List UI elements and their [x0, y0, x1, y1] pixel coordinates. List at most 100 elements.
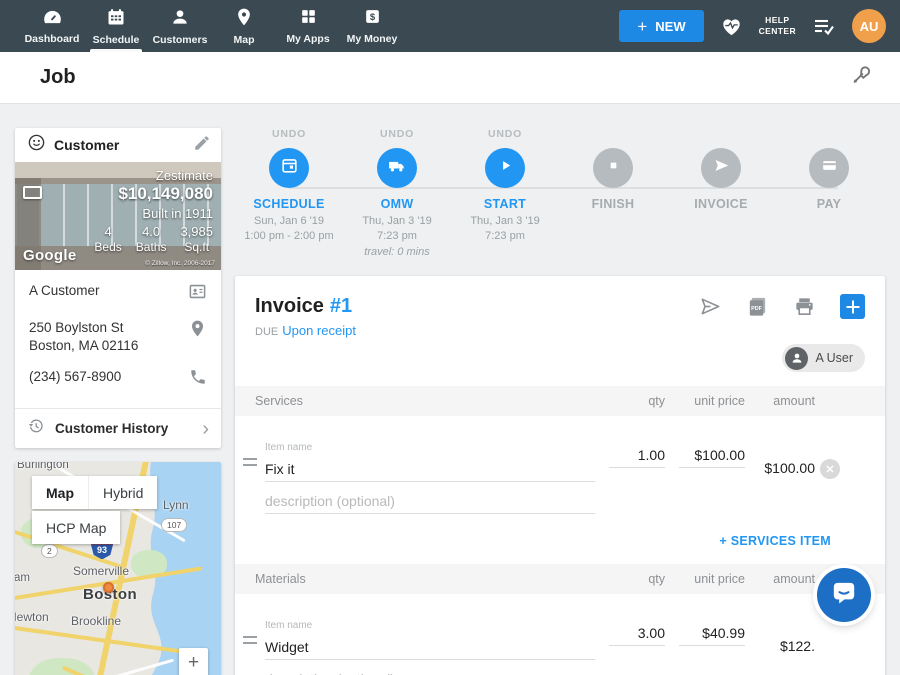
page-header: Job — [0, 52, 900, 104]
beds-label: Beds — [94, 240, 121, 254]
step-label: PAY — [817, 197, 842, 211]
assigned-user-row: A User — [235, 338, 885, 386]
item-unit-price-input[interactable] — [679, 442, 745, 468]
service-item-row: Item name $100.00 ✕ — [235, 416, 885, 482]
item-description-input[interactable] — [265, 488, 595, 514]
property-stats: 4Beds 4.0Baths 3,985Sq.ft — [94, 224, 213, 254]
map-label-brookline: Brookline — [71, 614, 121, 628]
material-item-row: Item name $122. — [235, 594, 885, 660]
omw-step-button[interactable] — [377, 148, 417, 188]
map-label-newton: Newton — [15, 610, 49, 624]
map-label-burlington: Burlington — [17, 462, 69, 471]
chat-launcher-button[interactable] — [817, 568, 871, 622]
svg-text:PDF: PDF — [751, 306, 762, 312]
map-type-hcp-button[interactable]: HCP Map — [32, 511, 120, 544]
step-start: UNDO START Thu, Jan 3 '197:23 pm — [451, 128, 559, 262]
edit-pencil-icon[interactable] — [193, 134, 211, 157]
item-name-input[interactable] — [265, 634, 595, 660]
map-type-hybrid-button[interactable]: Hybrid — [88, 476, 157, 509]
customer-name-row: A Customer — [29, 282, 207, 306]
qty-header: qty — [595, 572, 665, 586]
location-pin-icon[interactable] — [188, 319, 207, 343]
map-widget[interactable]: 93 107 2 Burlington Lynn Waltham Somervi… — [15, 462, 221, 675]
service-description-row — [235, 488, 885, 514]
dashboard-icon — [42, 8, 63, 31]
send-invoice-icon[interactable] — [699, 295, 722, 318]
help-center-link[interactable]: HELP CENTER — [759, 15, 796, 37]
due-value-link[interactable]: Upon receipt — [282, 323, 356, 338]
user-avatar-icon — [785, 347, 808, 370]
zestimate-label: Zestimate — [94, 168, 213, 183]
step-label: SCHEDULE — [253, 197, 324, 211]
nav-tab-dashboard[interactable]: Dashboard — [20, 0, 84, 52]
nav-tab-label: Customers — [153, 34, 208, 46]
undo-schedule-button[interactable]: UNDO — [272, 128, 306, 142]
customer-history-row[interactable]: Customer History › — [15, 408, 221, 448]
add-services-item-link[interactable]: + SERVICES ITEM — [595, 534, 845, 548]
assigned-user-name: A User — [815, 351, 853, 365]
add-invoice-item-button[interactable] — [840, 294, 865, 319]
step-label: INVOICE — [694, 197, 748, 211]
chevron-right-icon: › — [202, 419, 209, 439]
item-unit-price-input[interactable] — [679, 620, 745, 646]
nav-tab-my-apps[interactable]: My Apps — [276, 0, 340, 52]
sqft-label: Sq.ft — [180, 240, 213, 254]
undo-omw-button[interactable]: UNDO — [380, 128, 414, 142]
customer-address-row: 250 Boylston StBoston, MA 02116 — [29, 319, 207, 355]
drag-handle-icon[interactable] — [243, 636, 257, 644]
map-type-controls: Map Hybrid HCP Map — [32, 476, 157, 544]
contact-card-icon[interactable] — [188, 282, 207, 306]
start-step-button[interactable] — [485, 148, 525, 188]
drag-handle-icon[interactable] — [243, 458, 257, 466]
phone-icon[interactable] — [189, 368, 207, 391]
qty-header: qty — [595, 394, 665, 408]
stop-icon — [605, 157, 622, 179]
nav-tab-label: My Money — [347, 33, 398, 45]
nav-tab-my-money[interactable]: $ My Money — [340, 0, 404, 52]
zoom-in-button[interactable]: + — [179, 648, 208, 675]
plus-icon: + — [637, 18, 647, 35]
send-icon — [712, 156, 731, 180]
invoice-due-row: DUE Upon receipt — [255, 323, 865, 338]
item-qty-input[interactable] — [609, 442, 665, 468]
nav-tab-customers[interactable]: Customers — [148, 0, 212, 52]
property-photo: Zestimate $10,149,080 Built in 1911 4Bed… — [15, 162, 221, 270]
new-button[interactable]: + NEW — [619, 10, 703, 42]
playlist-check-icon[interactable] — [812, 14, 836, 38]
health-heart-icon[interactable] — [720, 15, 743, 38]
schedule-step-button[interactable] — [269, 148, 309, 188]
apps-grid-icon — [299, 7, 318, 31]
item-name-input[interactable] — [265, 456, 595, 482]
invoice-number[interactable]: #1 — [330, 295, 352, 318]
step-label: FINISH — [592, 197, 635, 211]
invoice-header: Invoice #1 PDF DUEUpon receipt — [235, 276, 885, 338]
item-qty-input[interactable] — [609, 620, 665, 646]
step-invoice: INVOICE — [667, 128, 775, 262]
print-icon[interactable] — [793, 295, 816, 318]
route-badge-2: 2 — [41, 544, 58, 558]
materials-section-header: Materials qty unit price amount — [235, 564, 885, 594]
assigned-user-chip[interactable]: A User — [782, 344, 865, 372]
due-label: DUE — [255, 326, 278, 338]
nav-tab-schedule[interactable]: Schedule — [84, 0, 148, 52]
pdf-icon[interactable]: PDF — [746, 295, 769, 318]
finish-step-button[interactable] — [593, 148, 633, 188]
pay-step-button[interactable] — [809, 148, 849, 188]
top-nav: Dashboard Schedule Customers Map My Apps… — [0, 0, 900, 52]
smiley-face-icon — [27, 133, 46, 157]
remove-item-icon[interactable]: ✕ — [820, 459, 840, 479]
item-description-input[interactable] — [265, 666, 595, 675]
invoice-step-button[interactable] — [701, 148, 741, 188]
user-avatar[interactable]: AU — [852, 9, 886, 43]
help-center-line1: HELP — [765, 15, 789, 26]
main-column: UNDO SCHEDULE Sun, Jan 6 '191:00 pm - 2:… — [235, 128, 885, 675]
undo-start-button[interactable]: UNDO — [488, 128, 522, 142]
street-view-icon[interactable] — [23, 186, 42, 199]
unit-price-header: unit price — [665, 394, 745, 408]
credit-card-icon — [820, 156, 839, 180]
job-tools-icon[interactable] — [850, 64, 872, 91]
map-label-somerville: Somerville — [73, 564, 129, 578]
map-type-map-button[interactable]: Map — [32, 476, 88, 509]
built-year: Built in 1911 — [94, 206, 213, 221]
nav-tab-map[interactable]: Map — [212, 0, 276, 52]
